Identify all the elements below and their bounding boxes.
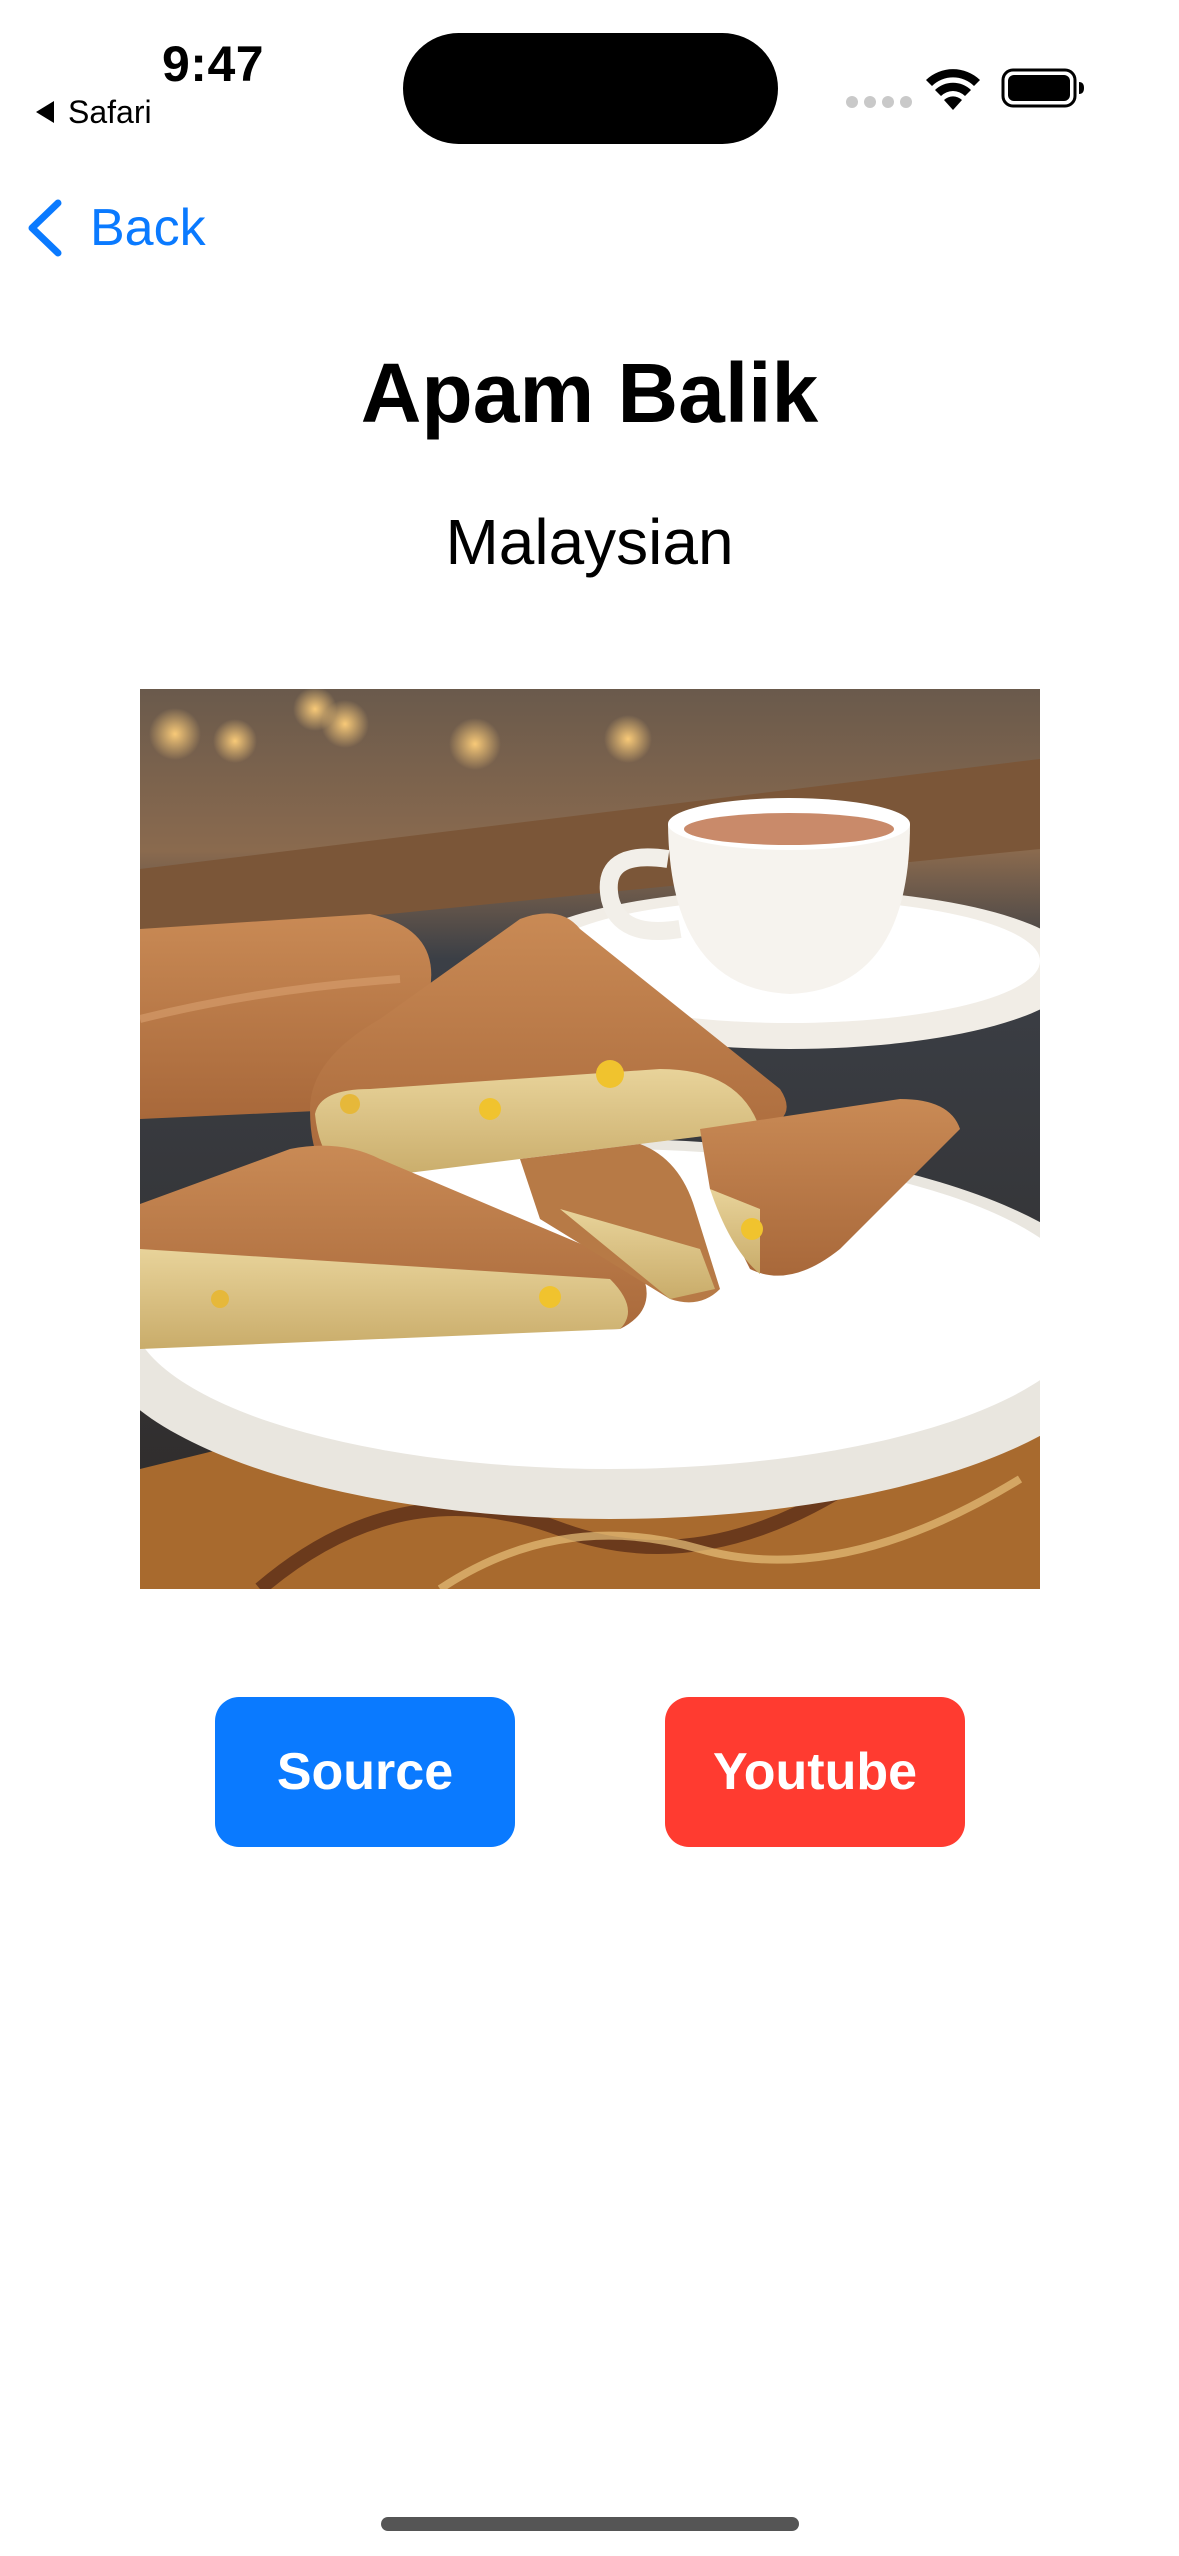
source-button-label: Source: [276, 1743, 454, 1801]
back-to-app-link[interactable]: Safari: [36, 92, 152, 132]
back-button[interactable]: Back: [22, 190, 206, 266]
food-photo-illustration: [140, 689, 1040, 1589]
cellular-signal-icon: [846, 96, 912, 108]
youtube-button-label: Youtube: [712, 1743, 918, 1801]
source-button[interactable]: Source: [215, 1697, 515, 1847]
dynamic-island: [403, 33, 778, 144]
wifi-icon: [926, 69, 980, 110]
home-indicator[interactable]: [381, 2517, 799, 2531]
food-photo: [140, 689, 1040, 1589]
recipe-title: Apam Balik: [360, 346, 819, 440]
battery-icon: [1001, 68, 1084, 108]
chevron-left-icon: [28, 199, 62, 257]
youtube-button[interactable]: Youtube: [665, 1697, 965, 1847]
back-button-label: Back: [90, 199, 206, 257]
back-triangle-icon: [36, 101, 54, 123]
status-time: 9:47: [162, 36, 265, 92]
back-to-app-label: Safari: [68, 94, 152, 130]
recipe-cuisine: Malaysian: [445, 506, 734, 578]
